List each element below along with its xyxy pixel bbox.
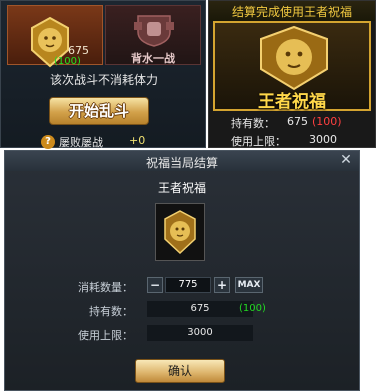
use-limit-label: 使用上限：	[78, 329, 133, 342]
own-count-extra: (100)	[312, 115, 342, 128]
quantity-input[interactable]: 775	[165, 277, 211, 293]
own-count-extra: (100)	[239, 303, 266, 314]
own-count-label: 持有数：	[89, 305, 133, 318]
lion-crest-icon	[164, 210, 196, 255]
close-icon[interactable]: ✕	[339, 153, 353, 167]
king-blessing-card: 王者祝福	[213, 21, 371, 112]
own-count-value: 675	[147, 301, 253, 317]
fist-shield-icon	[134, 15, 174, 47]
use-limit-value: 3000	[309, 133, 337, 146]
lose-streak-label: 屡败屡战	[59, 136, 103, 149]
lion-crest-icon	[260, 25, 328, 91]
use-limit-label: 使用上限：	[231, 135, 286, 148]
blessing-preview-panel: 结算完成使用王者祝福 王者祝福 持有数： 675 (100) 使用上限： 300…	[208, 0, 376, 148]
card-name: 王者祝福	[258, 92, 326, 112]
item-icon-frame	[155, 203, 205, 261]
own-count-value: 675	[287, 115, 308, 128]
lion-count-extra: (100)	[54, 56, 81, 67]
last-stand-slot[interactable]: 背水一战	[105, 5, 201, 65]
increase-button[interactable]: +	[214, 277, 230, 293]
decrease-button[interactable]: −	[147, 277, 163, 293]
no-stamina-text: 该次战斗不消耗体力	[49, 73, 158, 87]
item-name: 王者祝福	[157, 181, 206, 195]
dialog-title: 祝福当局结算	[145, 156, 218, 170]
lion-blessing-slot[interactable]: 675 (100)	[7, 5, 103, 68]
settlement-dialog: 祝福当局结算 ✕ 王者祝福 消耗数量： − 775 + MAX 持有数： 675…	[4, 150, 360, 391]
last-stand-label: 背水一战	[131, 52, 175, 65]
help-icon[interactable]: ?	[41, 135, 55, 149]
lose-streak-value: +0	[129, 134, 146, 147]
battle-panel: 675 (100) 背水一战 该次战斗不消耗体力 开始乱斗 ? 屡败屡战 +0	[0, 0, 206, 149]
start-brawl-button[interactable]: 开始乱斗	[49, 97, 149, 125]
confirm-button[interactable]: 确认	[135, 359, 225, 383]
banner-title: 结算完成使用王者祝福	[231, 5, 352, 19]
quantity-label: 消耗数量：	[78, 281, 133, 294]
own-count-label: 持有数：	[231, 117, 275, 130]
use-limit-value: 3000	[147, 325, 253, 341]
max-button[interactable]: MAX	[235, 277, 263, 293]
